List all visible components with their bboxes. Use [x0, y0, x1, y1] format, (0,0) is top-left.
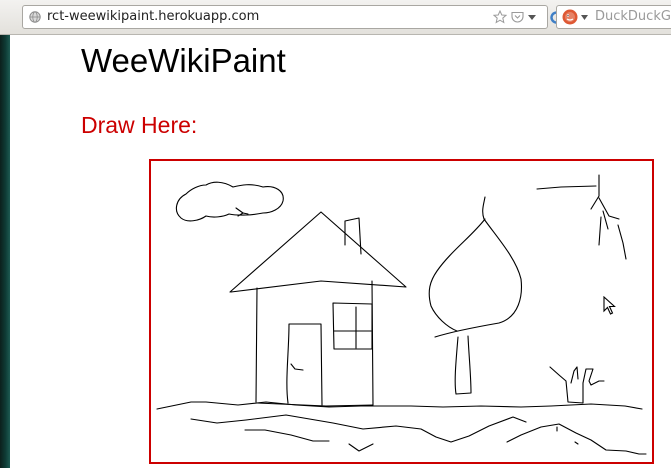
- window-stroke: [332, 302, 373, 350]
- drawing-strokes: [156, 174, 647, 455]
- sun-ray-stroke: [617, 224, 627, 260]
- cursor-icon: [603, 296, 616, 315]
- ground-stroke: [244, 429, 330, 442]
- draw-heading: Draw Here:: [81, 112, 198, 138]
- door-stroke: [286, 323, 323, 406]
- star-icon[interactable]: [493, 10, 507, 24]
- window-edge: [0, 35, 10, 468]
- url-text[interactable]: rct-weewikipaint.herokuapp.com: [47, 9, 259, 24]
- ground-stroke: [506, 423, 647, 455]
- wall-stroke: [255, 287, 258, 403]
- sun-ray-stroke: [536, 185, 597, 190]
- door-detail-stroke: [290, 363, 304, 371]
- floor-stroke: [256, 402, 374, 407]
- ground-stroke: [574, 441, 579, 445]
- ground-stroke: [190, 414, 527, 443]
- drawing-canvas[interactable]: [149, 159, 654, 464]
- roof-stroke: [229, 211, 407, 293]
- address-bar[interactable]: rct-weewikipaint.herokuapp.com: [22, 5, 564, 29]
- sun-ray-stroke: [598, 216, 602, 246]
- duckduckgo-icon[interactable]: [562, 9, 578, 25]
- chevron-down-icon[interactable]: [581, 15, 588, 20]
- grass-stroke: [549, 366, 605, 404]
- ground-stroke: [348, 443, 374, 452]
- tree-crown-stroke: [428, 196, 522, 338]
- globe-icon: [29, 11, 41, 23]
- pocket-icon[interactable]: [511, 11, 524, 23]
- ground-stroke: [156, 401, 643, 410]
- search-bar[interactable]: DuckDuckG: [556, 5, 671, 29]
- chevron-down-icon[interactable]: [528, 15, 536, 20]
- sun-ray-stroke: [598, 197, 620, 220]
- page-title: WeeWikiPaint: [81, 42, 286, 79]
- cloud-stroke: [175, 181, 284, 222]
- sun-ray-stroke: [590, 174, 600, 210]
- trunk-stroke: [454, 335, 472, 395]
- search-placeholder[interactable]: DuckDuckG: [595, 9, 671, 24]
- browser-toolbar: rct-weewikipaint.herokuapp.com DuckDuckG: [0, 0, 671, 35]
